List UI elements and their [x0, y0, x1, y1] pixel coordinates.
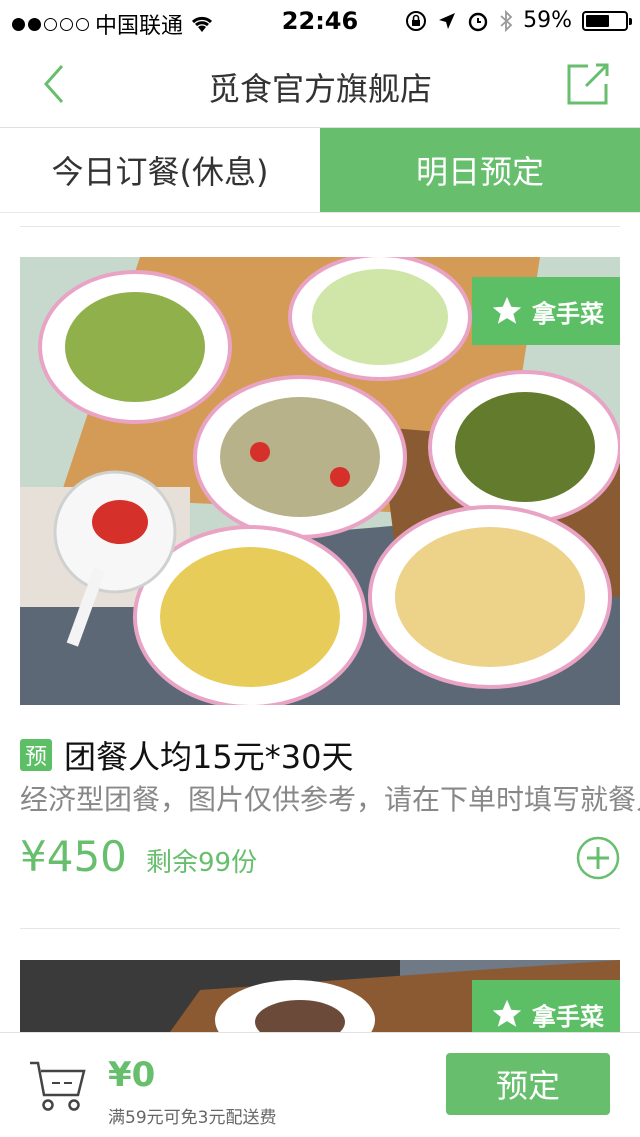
tab-today[interactable]: 今日订餐(休息) [0, 128, 320, 212]
page-title: 觅食官方旗舰店 [207, 70, 432, 108]
order-button[interactable]: 预定 [446, 1053, 610, 1115]
badge-label: 拿手菜 [532, 299, 604, 328]
divider [20, 928, 620, 929]
battery-percent: 59% [523, 8, 572, 33]
cart-icon[interactable] [28, 1055, 88, 1115]
tab-tomorrow[interactable]: 明日预定 [320, 128, 640, 212]
item-title: 团餐人均15元*30天 [64, 738, 354, 776]
nav-bar: 觅食官方旗舰店 [0, 40, 640, 128]
star-icon [492, 999, 522, 1027]
item-description: 经济型团餐，图片仅供参考，请在下单时填写就餐人 [20, 783, 640, 816]
item-price: ¥450 [20, 832, 127, 881]
status-bar: 中国联通 22:46 59% [0, 0, 640, 40]
location-icon [439, 12, 456, 29]
battery-icon [582, 10, 632, 31]
specialty-badge: 拿手菜 [472, 277, 620, 345]
status-icons: 59% [405, 8, 632, 33]
rotation-lock-icon [406, 10, 427, 31]
cart-total: ¥0 [108, 1055, 156, 1095]
item-title-row: 预 团餐人均15元*30天 [20, 732, 353, 778]
star-icon [492, 296, 522, 324]
item-image[interactable]: 拿手菜 [20, 257, 620, 705]
item-remaining: 剩余99份 [146, 848, 258, 878]
checkout-bar: ¥0 满59元可免3元配送费 预定 [0, 1032, 640, 1137]
day-tabs: 今日订餐(休息) 明日预定 [0, 128, 640, 213]
alarm-icon [468, 12, 488, 31]
share-icon[interactable] [566, 62, 610, 106]
divider [20, 226, 620, 227]
item-image[interactable]: 拿手菜 [20, 960, 620, 1032]
badge-label: 拿手菜 [532, 1002, 604, 1031]
preorder-tag: 预 [20, 739, 52, 771]
add-plus-icon[interactable] [576, 836, 620, 880]
bluetooth-icon [500, 9, 513, 32]
delivery-note: 满59元可免3元配送费 [108, 1108, 277, 1128]
specialty-badge: 拿手菜 [472, 980, 620, 1032]
